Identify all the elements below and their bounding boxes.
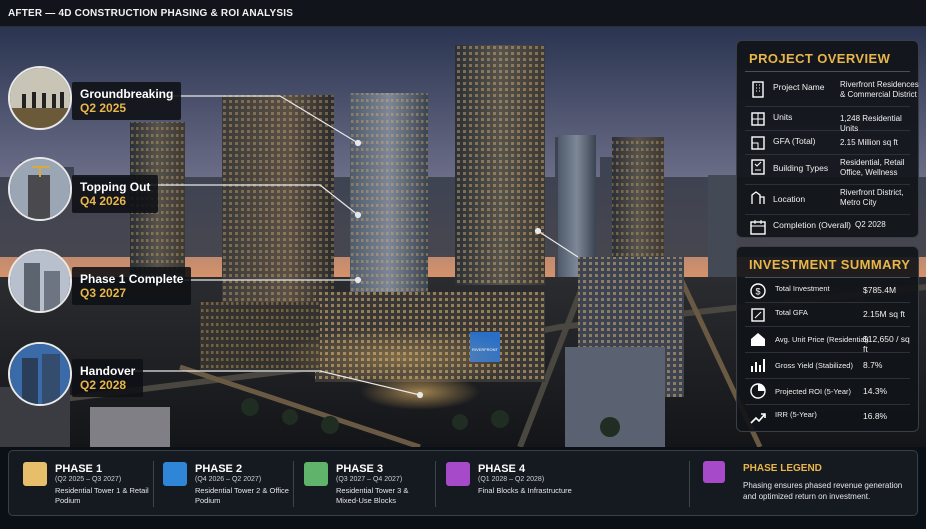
milestone-name: Topping Out <box>80 180 151 194</box>
phase-1-swatch <box>23 462 47 486</box>
investment-value: $12,650 / sq ft <box>863 334 910 354</box>
phase-4-swatch <box>446 462 470 486</box>
checklist-icon <box>751 159 765 175</box>
investment-value: 2.15M sq ft <box>863 309 906 319</box>
investment-row-total-gfa: Total GFA 2.15M sq ft <box>745 303 910 327</box>
pie-chart-icon <box>750 383 766 399</box>
investment-summary-title: INVESTMENT SUMMARY <box>749 257 911 272</box>
phase-description: Residential Tower 2 & Office Podium <box>195 486 289 505</box>
tower-2 <box>350 93 428 293</box>
project-overview-title: PROJECT OVERVIEW <box>749 51 891 66</box>
divider <box>435 461 436 507</box>
investment-label: Avg. Unit Price (Residential) <box>775 335 869 344</box>
milestone-date: Q4 2026 <box>80 194 127 208</box>
milestone-date: Q2 2028 <box>80 378 127 392</box>
milestone-name: Groundbreaking <box>80 87 174 101</box>
overview-value: 2.15 Million sq ft <box>840 138 898 147</box>
phase-dates: (Q2 2025 – Q3 2027) <box>55 476 122 483</box>
building-icon <box>752 81 764 98</box>
overview-label: Units <box>773 112 793 122</box>
investment-value: 14.3% <box>863 386 888 396</box>
topping-out-thumbnail <box>8 157 72 221</box>
phase-1-complete-thumbnail <box>8 249 72 313</box>
overview-value: Residential, Retail Office, Wellness <box>840 158 905 177</box>
overview-row-building-types: Building Types Residential, Retail Offic… <box>745 155 910 185</box>
overview-label: GFA (Total) <box>773 136 816 146</box>
overview-row-completion: Completion (Overall) Q2 2028 <box>745 215 910 239</box>
dollar-icon: $ <box>750 283 766 299</box>
project-overview-panel: PROJECT OVERVIEW Project Name Riverfront… <box>736 40 919 238</box>
investment-row-total-investment: $ Total Investment $785.4M <box>745 279 910 303</box>
overview-row-units: Units 1,248 Residential Units <box>745 107 910 133</box>
investment-summary-panel: INVESTMENT SUMMARY $ Total Investment $7… <box>736 246 919 432</box>
groundbreaking-thumbnail <box>8 66 72 130</box>
overview-value: Q2 2028 <box>855 220 886 229</box>
svg-text:$: $ <box>755 287 760 297</box>
investment-label: IRR (5-Year) <box>775 410 817 419</box>
milestone-handover: Handover Q2 2028 <box>72 359 144 397</box>
legend-title: PHASE LEGEND <box>743 463 822 474</box>
investment-value: 8.7% <box>863 360 883 370</box>
trend-up-icon <box>750 413 766 424</box>
milestone-name: Handover <box>80 364 136 378</box>
overview-value: Riverfront Residences & Commercial Distr… <box>840 80 919 99</box>
phase-name: PHASE 2 <box>195 463 243 475</box>
page-title: AFTER — 4D CONSTRUCTION PHASING & ROI AN… <box>8 8 294 19</box>
overview-row-location: Location Riverfront District, Metro City <box>745 185 910 215</box>
divider <box>745 277 910 278</box>
location-icon <box>751 191 765 204</box>
overview-label: Project Name <box>773 82 825 92</box>
phase-dates: (Q4 2026 – Q2 2027) <box>195 476 262 483</box>
investment-row-projected-roi: Projected ROI (5-Year) 14.3% <box>745 379 910 405</box>
handover-thumbnail <box>8 342 72 406</box>
investment-value: $785.4M <box>863 285 897 295</box>
overview-row-project-name: Project Name Riverfront Residences & Com… <box>745 77 919 107</box>
milestone-groundbreaking: Groundbreaking Q2 2025 <box>72 82 182 120</box>
phase-description: Residential Tower 3 & Mixed-Use Blocks <box>336 486 409 505</box>
phase-2-swatch <box>163 462 187 486</box>
investment-row-gross-yield: Gross Yield (Stabilized) 8.7% <box>745 353 910 379</box>
divider <box>293 461 294 507</box>
tower-1 <box>222 95 334 315</box>
overview-row-gfa: GFA (Total) 2.15 Million sq ft <box>745 131 910 155</box>
phase-description: Final Blocks & Infrastructure <box>478 486 572 495</box>
milestone-topping-out: Topping Out Q4 2026 <box>72 175 159 213</box>
investment-label: Gross Yield (Stabilized) <box>775 361 853 370</box>
phase-name: PHASE 1 <box>55 463 103 475</box>
overview-label: Completion (Overall) <box>773 220 851 230</box>
phase-dates: (Q1 2028 – Q2 2028) <box>478 476 545 483</box>
bar-chart-icon <box>751 359 765 372</box>
phase-3-swatch <box>304 462 328 486</box>
house-icon <box>751 333 765 346</box>
phase-name: PHASE 3 <box>336 463 384 475</box>
divider <box>689 461 690 507</box>
divider <box>745 71 910 72</box>
investment-row-irr: IRR (5-Year) 16.8% <box>745 405 910 429</box>
investment-label: Projected ROI (5-Year) <box>775 387 852 396</box>
milestone-name: Phase 1 Complete <box>80 272 184 286</box>
legend-note: Phasing ensures phased revenue generatio… <box>743 481 903 501</box>
overview-value: Riverfront District, Metro City <box>840 188 904 207</box>
grid-icon <box>751 112 765 126</box>
milestone-date: Q3 2027 <box>80 286 127 300</box>
overview-label: Location <box>773 194 806 204</box>
title-bar: AFTER — 4D CONSTRUCTION PHASING & ROI AN… <box>0 0 926 27</box>
phase-description: Residential Tower 1 & Retail Podium <box>55 486 149 505</box>
legend-swatch <box>703 461 725 483</box>
milestone-date: Q2 2025 <box>80 101 127 115</box>
phase-legend-bar: PHASE 1 (Q2 2025 – Q3 2027) Residential … <box>8 450 918 516</box>
area-icon <box>751 308 765 322</box>
floorplan-icon <box>751 136 765 150</box>
investment-value: 16.8% <box>863 411 888 421</box>
overview-label: Building Types <box>773 163 829 173</box>
phase-dates: (Q3 2027 – Q4 2027) <box>336 476 403 483</box>
tower-3 <box>455 45 545 285</box>
investment-row-avg-unit-price: Avg. Unit Price (Residential) $12,650 / … <box>745 327 910 354</box>
investment-label: Total Investment <box>775 284 830 293</box>
phase-name: PHASE 4 <box>478 463 526 475</box>
investment-label: Total GFA <box>775 308 808 317</box>
milestone-phase-1-complete: Phase 1 Complete Q3 2027 <box>72 267 192 305</box>
calendar-icon <box>750 220 766 235</box>
divider <box>153 461 154 507</box>
